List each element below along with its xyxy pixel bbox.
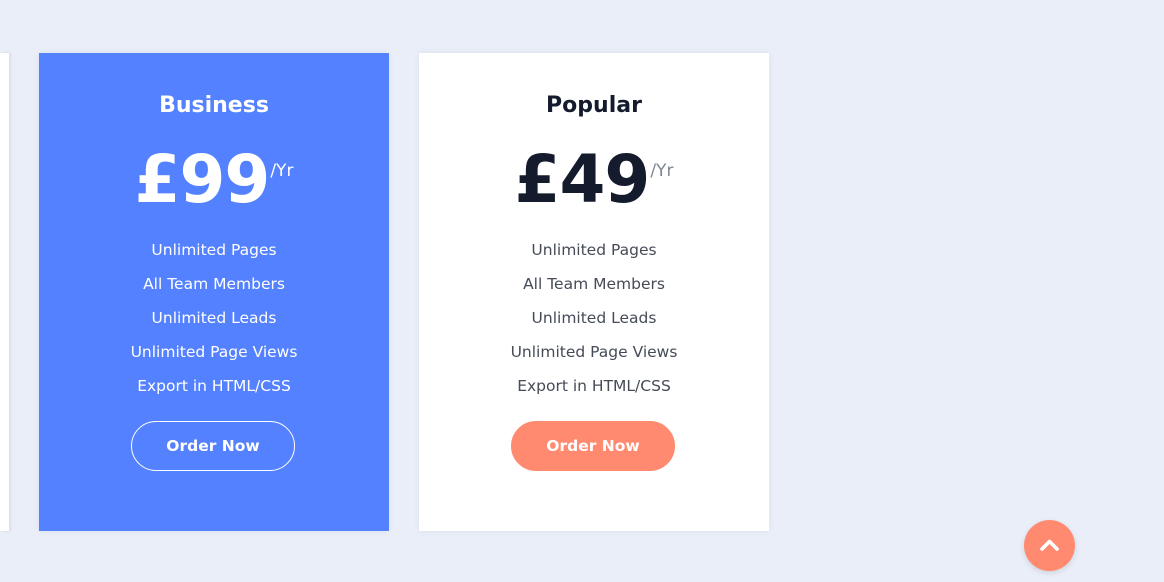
feature-item: Unlimited Page Views [130, 343, 298, 361]
plan-title: Business [159, 93, 269, 118]
scroll-to-top-button[interactable] [1024, 520, 1075, 571]
feature-item: Unlimited Pages [151, 241, 277, 259]
plan-period: /Yr [650, 161, 674, 181]
feature-item: Unlimited Page Views [510, 343, 678, 361]
feature-item: Export in HTML/CSS [137, 377, 291, 395]
pricing-card-popular: Popular £49 /Yr Unlimited Pages All Team… [419, 53, 769, 531]
price-row: £49 /Yr [419, 141, 769, 219]
order-now-button[interactable]: Order Now [131, 421, 295, 471]
feature-item: Unlimited Leads [151, 309, 277, 327]
plan-period: /Yr [270, 161, 294, 181]
feature-item: Unlimited Pages [531, 241, 657, 259]
pricing-section: Business £99 /Yr Unlimited Pages All Tea… [0, 0, 1164, 582]
chevron-up-icon [1040, 539, 1059, 551]
feature-item: All Team Members [143, 275, 285, 293]
plan-title: Popular [546, 93, 642, 118]
feature-item: All Team Members [523, 275, 665, 293]
pricing-card-partial [0, 53, 9, 531]
plan-price: £99 [134, 141, 271, 218]
feature-item: Export in HTML/CSS [517, 377, 671, 395]
feature-list: Unlimited Pages All Team Members Unlimit… [419, 233, 769, 403]
price-row: £99 /Yr [39, 141, 389, 219]
pricing-card-business: Business £99 /Yr Unlimited Pages All Tea… [39, 53, 389, 531]
plan-price: £49 [514, 141, 651, 218]
feature-item: Unlimited Leads [531, 309, 657, 327]
order-now-button[interactable]: Order Now [511, 421, 675, 471]
feature-list: Unlimited Pages All Team Members Unlimit… [39, 233, 389, 403]
